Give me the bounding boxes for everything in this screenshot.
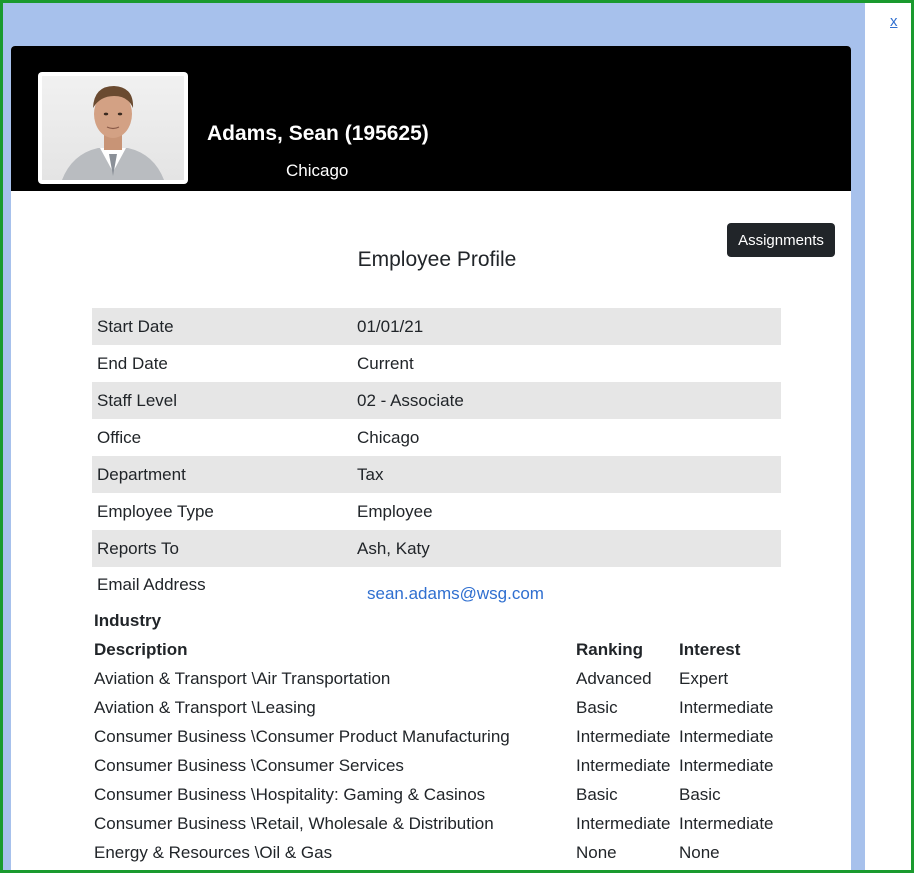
detail-value: Chicago (357, 427, 420, 447)
detail-row-staff-level: Staff Level 02 - Associate (92, 382, 781, 419)
industry-title: Industry (94, 611, 162, 630)
window-frame: x Adams, Sean (195625) Chicago Assignmen… (0, 0, 914, 873)
industry-interest: Intermediate (679, 727, 774, 746)
detail-row-department: Department Tax (92, 456, 781, 493)
page-title: Employee Profile (357, 248, 517, 271)
table-row: Consumer Business \Consumer Services Int… (94, 755, 794, 784)
industry-description: Aviation & Transport \Leasing (94, 698, 316, 717)
email-link[interactable]: sean.adams@wsg.com (367, 584, 544, 603)
table-row: Energy & Resources \Oil & Gas None None (94, 842, 794, 870)
industry-description: Consumer Business \Consumer Product Manu… (94, 727, 510, 746)
detail-label: Staff Level (97, 390, 178, 410)
industry-interest: Intermediate (679, 698, 774, 717)
industry-ranking: None (576, 843, 617, 862)
profile-details-table: Start Date 01/01/21 End Date Current Sta… (92, 308, 781, 604)
employee-modal: Adams, Sean (195625) Chicago Assignments… (11, 46, 851, 870)
column-header-description: Description (94, 640, 188, 659)
detail-row-employee-type: Employee Type Employee (92, 493, 781, 530)
detail-value: 02 - Associate (357, 390, 464, 410)
detail-row-end-date: End Date Current (92, 345, 781, 382)
detail-row-start-date: Start Date 01/01/21 (92, 308, 781, 345)
column-header-interest: Interest (679, 640, 741, 659)
industry-ranking: Intermediate (576, 814, 671, 833)
detail-value: Tax (357, 464, 384, 484)
detail-value: Current (357, 353, 414, 373)
detail-label: Email Address (97, 575, 206, 594)
industry-description: Consumer Business \Hospitality: Gaming &… (94, 785, 486, 804)
detail-label: Office (97, 427, 142, 447)
profile-header: Adams, Sean (195625) Chicago (11, 46, 851, 191)
table-row: Consumer Business \Consumer Product Manu… (94, 726, 794, 755)
industry-interest: Intermediate (679, 756, 774, 775)
table-row: Consumer Business \Retail, Wholesale & D… (94, 813, 794, 842)
employee-name: Adams, Sean (195625) (207, 122, 429, 145)
detail-label: Reports To (97, 538, 179, 558)
table-row: Aviation & Transport \Air Transportation… (94, 668, 794, 697)
detail-value: Employee (357, 501, 433, 521)
industry-description: Consumer Business \Retail, Wholesale & D… (94, 814, 494, 833)
industry-interest: Expert (679, 669, 729, 688)
industry-ranking: Basic (576, 698, 618, 717)
person-portrait-icon (62, 86, 164, 180)
industry-description: Consumer Business \Consumer Services (94, 756, 404, 775)
detail-value: 01/01/21 (357, 316, 424, 336)
industry-ranking: Intermediate (576, 727, 671, 746)
industry-section: Industry Description Ranking Interest Av… (94, 610, 794, 870)
industry-interest: Basic (679, 785, 721, 804)
detail-row-email: Email Address sean.adams@wsg.com (92, 567, 781, 604)
detail-value: Ash, Katy (357, 538, 430, 558)
employee-city: Chicago (286, 161, 349, 180)
industry-ranking: Basic (576, 785, 618, 804)
column-header-ranking: Ranking (576, 640, 644, 659)
detail-row-office: Office Chicago (92, 419, 781, 456)
industry-description: Energy & Resources \Oil & Gas (94, 843, 333, 862)
industry-interest: None (679, 843, 720, 862)
table-row: Consumer Business \Hospitality: Gaming &… (94, 784, 794, 813)
industry-description: Aviation & Transport \Air Transportation (94, 669, 391, 688)
detail-row-reports-to: Reports To Ash, Katy (92, 530, 781, 567)
photo-frame (38, 72, 188, 184)
detail-label: End Date (97, 353, 168, 373)
detail-label: Department (97, 464, 186, 484)
detail-label: Employee Type (97, 501, 214, 521)
industry-header-row: Description Ranking Interest (94, 639, 794, 668)
detail-label: Start Date (97, 316, 174, 336)
table-row: Aviation & Transport \Leasing Basic Inte… (94, 697, 794, 726)
employee-photo (42, 76, 184, 180)
industry-ranking: Advanced (576, 669, 652, 688)
industry-ranking: Intermediate (576, 756, 671, 775)
close-link[interactable]: x (890, 13, 898, 30)
industry-interest: Intermediate (679, 814, 774, 833)
